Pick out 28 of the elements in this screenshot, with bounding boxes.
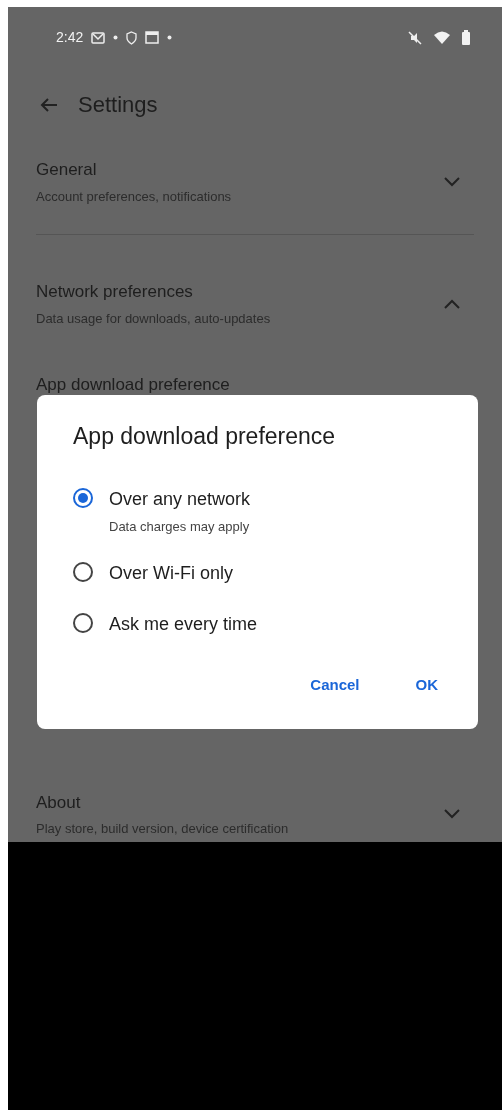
- page-title: Settings: [78, 91, 158, 119]
- setting-title[interactable]: App download preference: [36, 375, 230, 394]
- option-label[interactable]: Over Wi-Fi only: [109, 560, 233, 587]
- wifi-icon: [434, 31, 450, 44]
- section-subtitle: Account preferences, notifications: [36, 187, 233, 206]
- dot-icon: [113, 35, 119, 40]
- mute-icon: [408, 30, 422, 45]
- section-subtitle: Play store, build version, device certification: [36, 820, 290, 838]
- battery-icon: [462, 30, 470, 45]
- radio-button[interactable]: [73, 613, 93, 633]
- section-subtitle: Data usage for downloads, auto-updates: [36, 309, 272, 328]
- calendar-icon: [145, 31, 160, 44]
- dialog-title: App download preference: [73, 422, 337, 451]
- dialog-button[interactable]: OK: [415, 674, 438, 697]
- option-label[interactable]: Over any network: [109, 485, 251, 513]
- mail-icon: [91, 31, 106, 44]
- dialog-button[interactable]: Cancel: [310, 674, 360, 697]
- option-subtitle: Data charges may apply: [109, 517, 251, 536]
- section-title[interactable]: About: [36, 789, 442, 815]
- back-arrow-icon[interactable]: [40, 96, 58, 113]
- option-label[interactable]: Ask me every time: [109, 611, 258, 638]
- radio-button[interactable]: [73, 487, 93, 508]
- radio-button[interactable]: [73, 562, 93, 582]
- dot-icon: [167, 35, 173, 40]
- section-title[interactable]: General: [36, 157, 442, 183]
- status-time: 2:42: [56, 28, 84, 47]
- shield-icon: [126, 30, 138, 45]
- section-title[interactable]: Network preferences: [36, 279, 442, 305]
